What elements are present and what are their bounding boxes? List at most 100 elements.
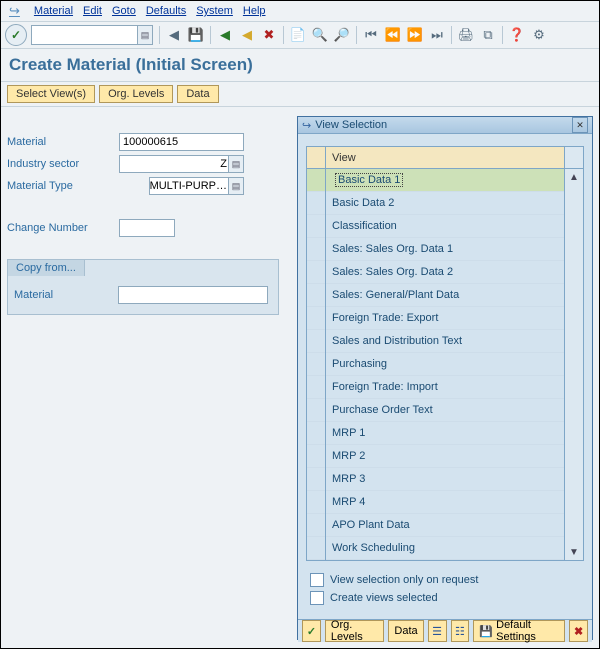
prev-page-icon[interactable]: ⏪ <box>383 25 403 45</box>
view-selection-popup: ↪ View Selection ✕ View Basic Data 1Basi… <box>297 116 593 640</box>
page-title: Create Material (Initial Screen) <box>1 49 599 81</box>
view-row[interactable]: Sales: Sales Org. Data 1 <box>326 238 564 261</box>
popup-footer: ✓ Org. Levels Data ☰ ☷ 💾 Default Setting… <box>298 619 592 642</box>
material-type-select[interactable]: MULTI-PURP… ▤ <box>149 177 244 195</box>
view-row-selector[interactable] <box>307 238 325 261</box>
find-icon[interactable]: 🔍 <box>310 25 330 45</box>
command-history-icon[interactable]: ▤ <box>137 26 152 44</box>
view-row[interactable]: MRP 3 <box>326 468 564 491</box>
view-row-selector[interactable] <box>307 468 325 491</box>
select-views-button[interactable]: Select View(s) <box>7 85 95 103</box>
popup-deselect-all-button[interactable]: ☷ <box>451 620 470 642</box>
print-icon[interactable]: 📄 <box>288 25 308 45</box>
view-selection-only-checkbox[interactable] <box>310 573 324 587</box>
shortcut-icon[interactable]: ⧉ <box>478 25 498 45</box>
view-row-selector[interactable] <box>307 284 325 307</box>
find-next-icon[interactable]: 🔎 <box>332 25 352 45</box>
org-levels-button[interactable]: Org. Levels <box>99 85 173 103</box>
create-views-selected-checkbox[interactable] <box>310 591 324 605</box>
view-row-selector[interactable] <box>307 192 325 215</box>
separator <box>356 26 357 44</box>
copy-material-field[interactable] <box>118 286 268 304</box>
popup-org-levels-button[interactable]: Org. Levels <box>325 620 385 642</box>
view-scrollbar[interactable]: ▲ ▼ <box>564 147 583 560</box>
menu-defaults[interactable]: Defaults <box>142 5 190 17</box>
layout-icon[interactable]: ⚙ <box>529 25 549 45</box>
menu-help[interactable]: Help <box>239 5 270 17</box>
view-selection-only-label: View selection only on request <box>330 574 478 586</box>
view-row[interactable]: Basic Data 2 <box>326 192 564 215</box>
first-page-icon[interactable]: ⏮ <box>361 25 381 45</box>
view-row[interactable]: APO Plant Data <box>326 514 564 537</box>
material-field[interactable]: 100000615 <box>119 133 244 151</box>
popup-titlebar[interactable]: ↪ View Selection ✕ <box>298 117 592 134</box>
view-row[interactable]: Purchasing <box>326 353 564 376</box>
session-indicator-icon: ↪ <box>5 3 24 19</box>
menu-system[interactable]: System <box>192 5 237 17</box>
popup-data-button[interactable]: Data <box>388 620 423 642</box>
exit-icon[interactable]: ◀ <box>237 25 257 45</box>
separator <box>159 26 160 44</box>
cancel-icon[interactable]: ✖ <box>259 25 279 45</box>
view-row[interactable]: Purchase Order Text <box>326 399 564 422</box>
view-list: View Basic Data 1Basic Data 2Classificat… <box>306 146 584 561</box>
save-icon[interactable]: 💾 <box>186 25 206 45</box>
popup-select-all-button[interactable]: ☰ <box>428 620 447 642</box>
popup-continue-button[interactable]: ✓ <box>302 620 321 642</box>
view-row-selector[interactable] <box>307 307 325 330</box>
back-icon[interactable]: ◀ <box>164 25 184 45</box>
popup-cancel-button[interactable]: ✖ <box>569 620 588 642</box>
view-row-selector[interactable] <box>307 399 325 422</box>
copy-from-tab: Copy from... <box>7 259 85 276</box>
view-row[interactable]: MRP 2 <box>326 445 564 468</box>
enter-button[interactable]: ✓ <box>5 24 27 46</box>
system-toolbar: ✓ ▤ ◀ 💾 ◀ ◀ ✖ 📄 🔍 🔎 ⏮ ⏪ ⏩ ⏭ 🖨 ⧉ ❓ ⚙ <box>1 22 599 49</box>
industry-sector-select[interactable]: Z ▤ <box>119 155 244 173</box>
view-row-selector[interactable] <box>307 491 325 514</box>
view-row-selector[interactable] <box>307 445 325 468</box>
view-row[interactable]: MRP 1 <box>326 422 564 445</box>
view-row[interactable]: Work Scheduling <box>326 537 564 560</box>
help-icon[interactable]: ❓ <box>507 25 527 45</box>
dropdown-icon[interactable]: ▤ <box>228 178 243 194</box>
new-session-icon[interactable]: 🖨 <box>456 25 476 45</box>
view-row[interactable]: Sales: Sales Org. Data 2 <box>326 261 564 284</box>
view-select-column <box>307 147 326 560</box>
view-row-selector[interactable] <box>307 330 325 353</box>
view-row[interactable]: Foreign Trade: Export <box>326 307 564 330</box>
view-row-selector[interactable] <box>307 537 325 560</box>
view-row-selector[interactable] <box>307 514 325 537</box>
app-button-bar: Select View(s) Org. Levels Data <box>1 81 599 107</box>
view-row-selector[interactable] <box>307 215 325 238</box>
scroll-down-icon[interactable]: ▼ <box>565 544 583 560</box>
material-label: Material <box>7 136 119 148</box>
menu-material[interactable]: Material <box>30 5 77 17</box>
back-green-icon[interactable]: ◀ <box>215 25 235 45</box>
popup-default-settings-button[interactable]: 💾 Default Settings <box>473 620 565 642</box>
view-row[interactable]: Foreign Trade: Import <box>326 376 564 399</box>
view-row[interactable]: Classification <box>326 215 564 238</box>
view-row-selector[interactable] <box>307 169 325 192</box>
view-column-header: View <box>326 147 564 169</box>
menu-goto[interactable]: Goto <box>108 5 140 17</box>
view-row[interactable]: Sales: General/Plant Data <box>326 284 564 307</box>
view-row-selector[interactable] <box>307 376 325 399</box>
menu-bar: ↪ Material Edit Goto Defaults System Hel… <box>1 1 599 22</box>
menu-edit[interactable]: Edit <box>79 5 106 17</box>
next-page-icon[interactable]: ⏩ <box>405 25 425 45</box>
data-button[interactable]: Data <box>177 85 218 103</box>
popup-default-settings-label: Default Settings <box>496 619 559 643</box>
view-row[interactable]: MRP 4 <box>326 491 564 514</box>
scroll-up-icon[interactable]: ▲ <box>565 169 583 185</box>
change-number-field[interactable] <box>119 219 175 237</box>
view-row-selector[interactable] <box>307 261 325 284</box>
view-row-selector[interactable] <box>307 422 325 445</box>
view-row[interactable]: Basic Data 1 <box>326 169 564 192</box>
popup-close-button[interactable]: ✕ <box>572 117 588 133</box>
separator <box>502 26 503 44</box>
view-row-selector[interactable] <box>307 353 325 376</box>
last-page-icon[interactable]: ⏭ <box>427 25 447 45</box>
command-field[interactable]: ▤ <box>31 25 153 45</box>
dropdown-icon[interactable]: ▤ <box>228 156 243 172</box>
view-row[interactable]: Sales and Distribution Text <box>326 330 564 353</box>
